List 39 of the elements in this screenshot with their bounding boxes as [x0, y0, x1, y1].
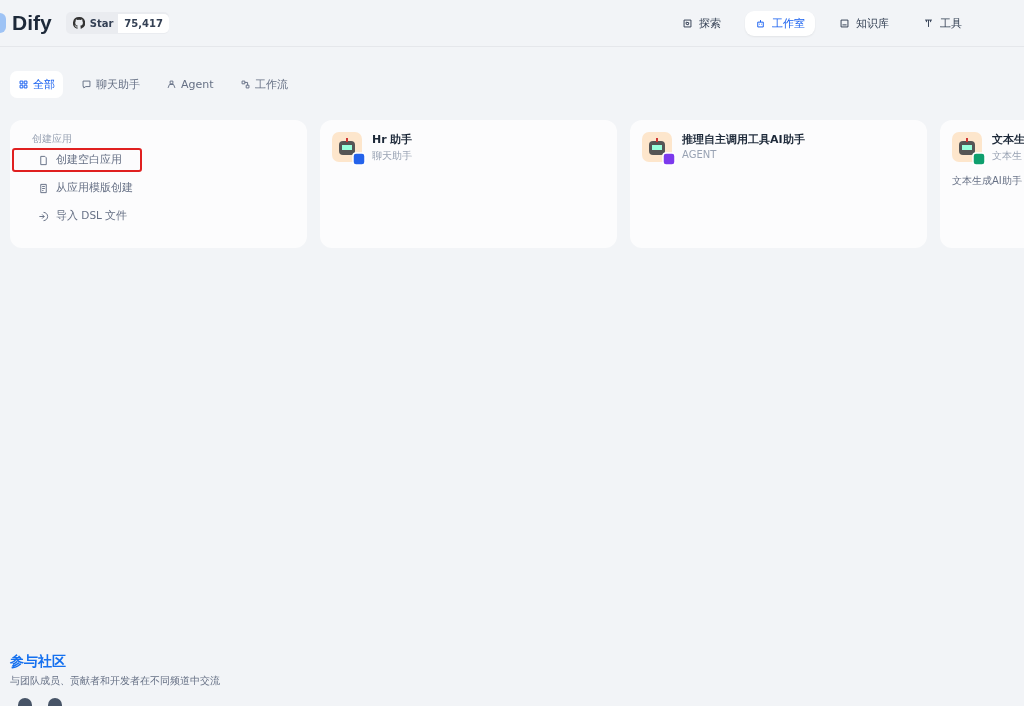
book-icon	[839, 17, 850, 29]
robot-icon	[755, 17, 766, 29]
github-star-button[interactable]: Star 75,417	[65, 12, 169, 34]
file-icon	[38, 154, 49, 166]
tool-icon	[923, 17, 934, 29]
create-option[interactable]: 从应用模版创建	[12, 176, 153, 200]
chat-icon	[81, 79, 92, 90]
logo[interactable]: Dify	[12, 11, 52, 35]
filter-tab[interactable]: 工作流	[231, 71, 296, 98]
community-title: 参与社区	[10, 653, 67, 671]
create-option[interactable]: 创建空白应用	[12, 148, 142, 172]
star-count: 75,417	[118, 13, 169, 33]
app-description: 文本生成AI助手	[952, 174, 1023, 188]
app-card[interactable]: 文本生 文本生 文本生成AI助手	[940, 120, 1024, 248]
community-text: 与团队成员、贡献者和开发者在不同频道中交流	[10, 674, 221, 688]
create-option[interactable]: 导入 DSL 文件	[12, 204, 148, 228]
workflow-icon	[239, 79, 251, 90]
filter-tab[interactable]: 全部	[10, 71, 63, 98]
nav-tab[interactable]: 探索	[672, 10, 731, 36]
nav-tab[interactable]: 工作室	[745, 10, 815, 36]
import-icon	[38, 210, 49, 222]
nav-tab[interactable]: 知识库	[829, 10, 899, 36]
app-name: 推理自主调用工具AI助手	[682, 132, 805, 147]
star-label: Star	[89, 17, 114, 29]
app-type: 聊天助手	[372, 149, 413, 163]
nav-tab[interactable]: 工具	[913, 10, 972, 36]
app-type: 文本生	[992, 149, 1023, 163]
grid-icon	[18, 79, 29, 90]
app-card[interactable]: 推理自主调用工具AI助手 AGENT	[630, 120, 927, 248]
person-icon	[166, 79, 177, 90]
logo-mark-icon	[0, 13, 6, 33]
app-card[interactable]: Hr 助手 聊天助手	[320, 120, 617, 248]
filter-tab[interactable]: Agent	[158, 71, 222, 98]
app-name: Hr 助手	[372, 132, 413, 147]
template-icon	[38, 182, 49, 194]
filter-tab[interactable]: 聊天助手	[73, 71, 148, 98]
card-heading: 创建应用	[32, 132, 72, 146]
app-name: 文本生	[992, 132, 1024, 147]
app-type: AGENT	[682, 149, 718, 160]
